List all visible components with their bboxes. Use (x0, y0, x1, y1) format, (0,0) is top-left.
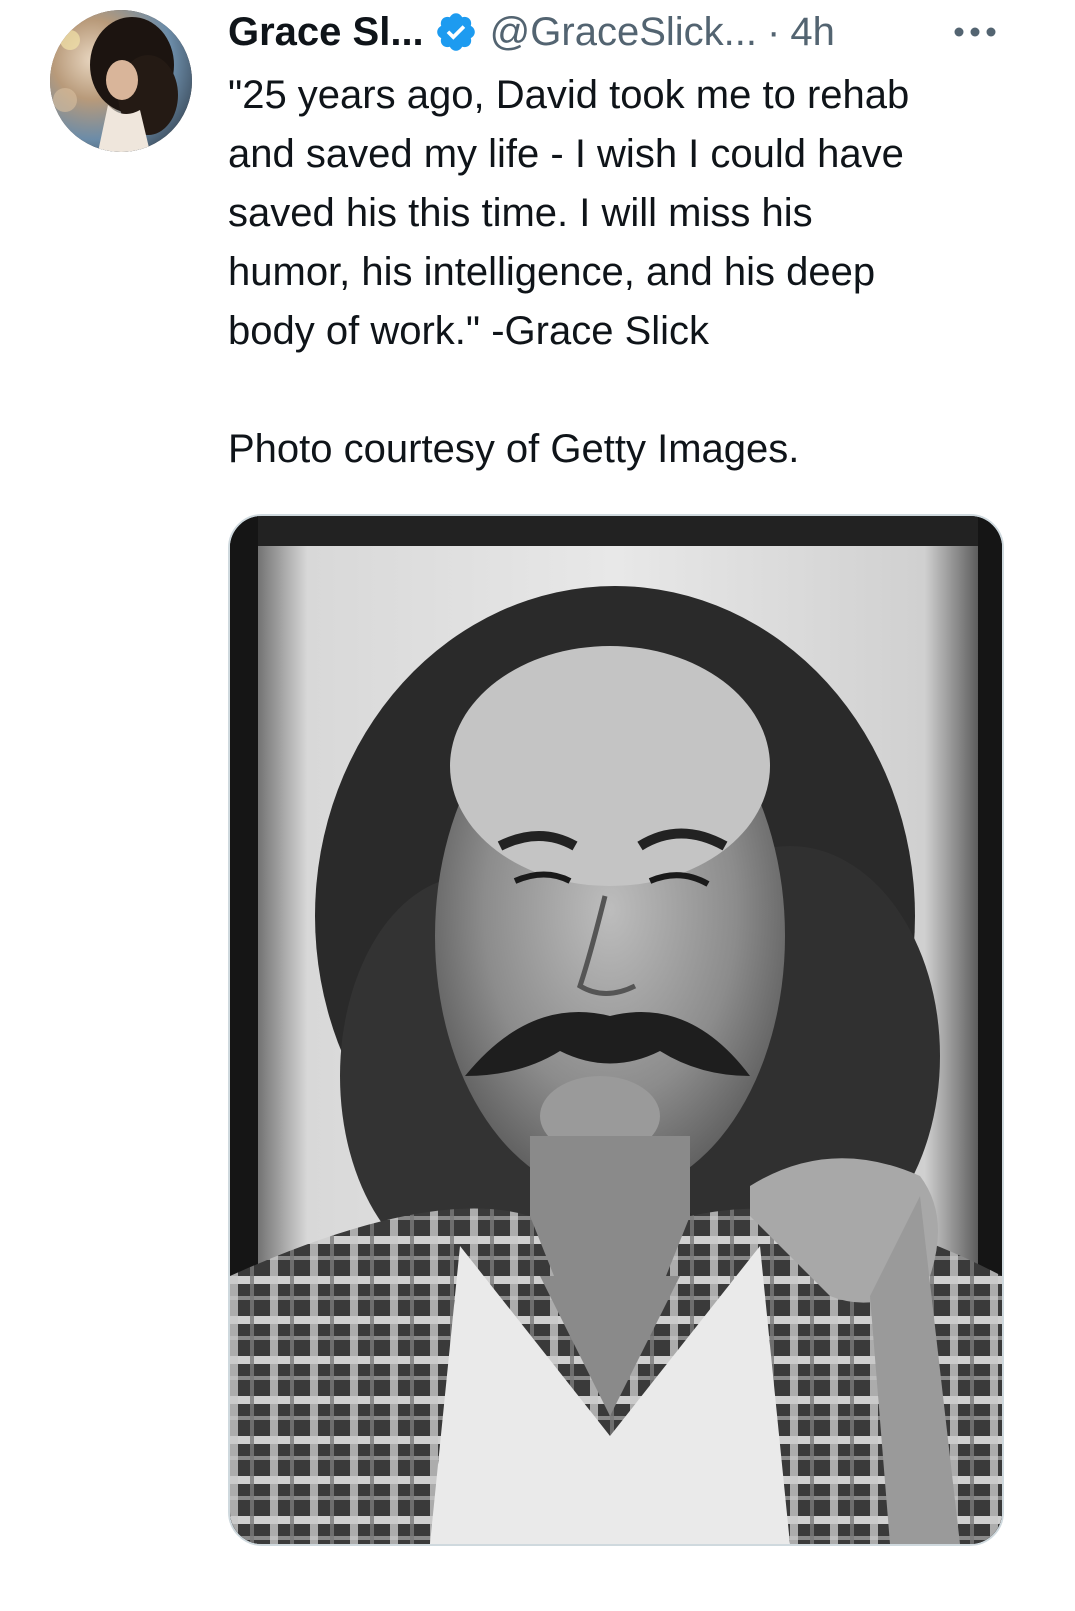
avatar[interactable] (50, 10, 192, 152)
display-name[interactable]: Grace Sl... (228, 10, 424, 55)
tweet-text: "25 years ago, David took me to rehab an… (228, 73, 910, 353)
tweet: Grace Sl... @GraceSlick... · 4h "25 year… (0, 0, 1075, 1611)
separator-dot: · (767, 9, 781, 54)
tweet-photo[interactable] (228, 514, 1004, 1546)
timestamp[interactable]: 4h (790, 10, 835, 55)
avatar-image (50, 10, 192, 152)
photo-credit: Photo courtesy of Getty Images. (228, 427, 800, 471)
user-handle[interactable]: @GraceSlick... (490, 10, 757, 55)
more-options-icon[interactable] (950, 20, 1000, 44)
verified-badge-icon (434, 10, 478, 54)
tweet-header: Grace Sl... @GraceSlick... · 4h (228, 6, 835, 58)
portrait-photo (230, 516, 1002, 1544)
